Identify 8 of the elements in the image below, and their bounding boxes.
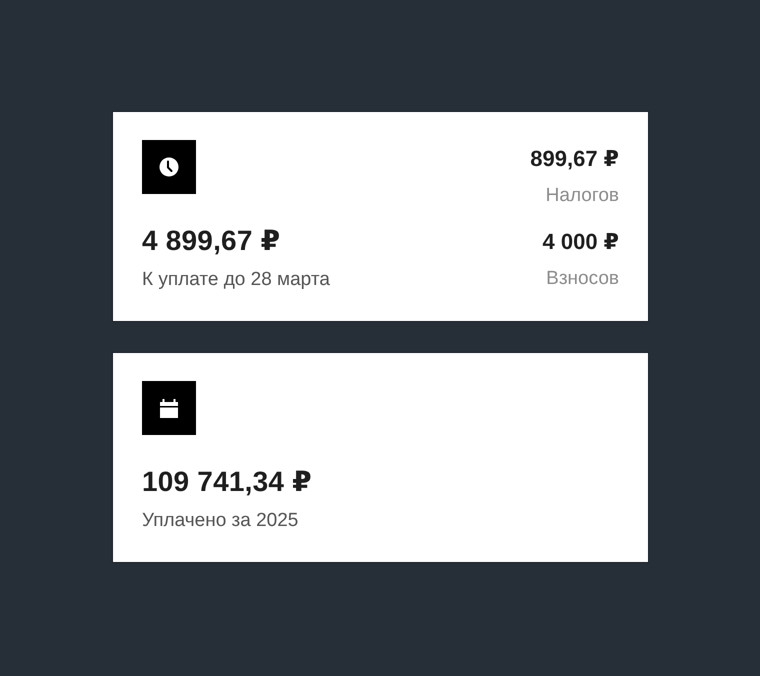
amount-caption: Уплачено за 2025 — [142, 509, 300, 533]
breakdown-label: Взносов — [546, 267, 619, 291]
breakdown-amount: 4 000 ₽ — [542, 228, 619, 256]
amount-caption: К уплате до 28 марта — [142, 268, 330, 292]
breakdown-label: Налогов — [546, 184, 619, 208]
total-amount: 109 741,34 ₽ — [142, 465, 312, 499]
breakdown-amount: 899,67 ₽ — [530, 145, 619, 173]
total-amount: 4 899,67 ₽ — [142, 224, 282, 258]
